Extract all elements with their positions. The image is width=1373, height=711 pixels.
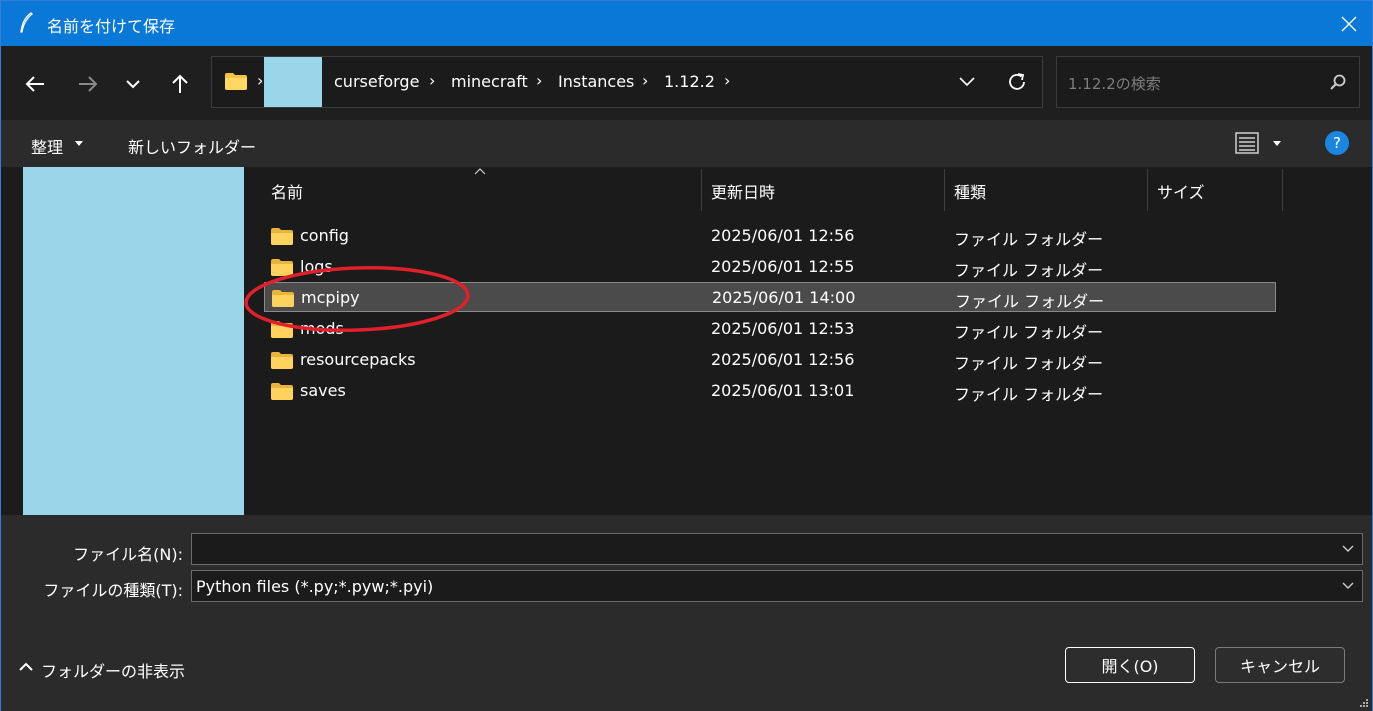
cancel-button[interactable]: キャンセル	[1215, 647, 1345, 683]
folder-icon	[271, 228, 293, 245]
close-icon	[1341, 16, 1357, 31]
column-separator[interactable]	[1282, 169, 1283, 211]
open-button[interactable]: 開く(O)	[1065, 647, 1195, 683]
resize-grip-icon[interactable]	[1357, 696, 1369, 708]
file-row[interactable]: saves 2025/06/01 13:01 ファイル フォルダー	[264, 376, 1276, 406]
view-list-icon[interactable]	[1235, 132, 1259, 154]
file-date: 2025/06/01 12:56	[711, 350, 855, 369]
filetype-label: ファイルの種類(T):	[43, 581, 183, 600]
breadcrumb-separator[interactable]: ›	[642, 71, 648, 90]
file-name: config	[300, 226, 349, 245]
search-placeholder: 1.12.2の検索	[1068, 75, 1161, 93]
chevron-up-icon[interactable]	[19, 662, 33, 672]
column-separator[interactable]	[944, 169, 945, 211]
forward-arrow-icon	[79, 76, 98, 92]
filetype-value: Python files (*.py;*.pyw;*.pyi)	[196, 577, 434, 596]
column-separator[interactable]	[1147, 169, 1148, 211]
breadcrumb-curseforge[interactable]: curseforge	[334, 72, 419, 91]
back-arrow-icon	[25, 76, 44, 92]
file-type: ファイル フォルダー	[954, 354, 1104, 373]
file-row[interactable]: resourcepacks 2025/06/01 12:56 ファイル フォルダ…	[264, 345, 1276, 375]
sort-ascending-icon	[474, 168, 486, 175]
chevron-down-icon	[126, 80, 140, 89]
column-header-size[interactable]: サイズ	[1157, 179, 1205, 203]
file-date: 2025/06/01 13:01	[711, 381, 855, 400]
back-button[interactable]	[17, 66, 53, 102]
save-as-dialog: 名前を付けて保存 › curseforge › minecraft › Inst…	[0, 0, 1373, 711]
caret-down-icon	[75, 141, 83, 146]
breadcrumb-separator[interactable]: ›	[429, 71, 435, 90]
column-separator[interactable]	[701, 169, 702, 211]
folder-icon	[271, 352, 293, 369]
up-button[interactable]	[162, 66, 198, 102]
search-input[interactable]: 1.12.2の検索	[1056, 56, 1360, 108]
redacted-breadcrumb	[264, 57, 322, 107]
chevron-down-icon[interactable]	[1342, 582, 1354, 590]
column-header-type[interactable]: 種類	[954, 179, 986, 203]
file-date: 2025/06/01 12:56	[711, 226, 855, 245]
chevron-down-icon	[959, 77, 975, 87]
refresh-button[interactable]	[1004, 69, 1030, 95]
navigation-pane	[1, 167, 244, 533]
hide-folders-toggle[interactable]: フォルダーの非表示	[41, 658, 185, 682]
breadcrumb-minecraft[interactable]: minecraft	[451, 72, 528, 91]
feather-icon	[20, 12, 33, 33]
close-button[interactable]	[1326, 1, 1372, 46]
file-type: ファイル フォルダー	[954, 261, 1104, 280]
help-icon[interactable]: ?	[1325, 131, 1349, 155]
highlight-ellipse-annotation	[244, 266, 470, 332]
folder-icon	[271, 383, 293, 400]
window-title: 名前を付けて保存	[47, 17, 176, 36]
caret-down-icon[interactable]	[1273, 141, 1281, 146]
file-date: 2025/06/01 12:53	[711, 319, 855, 338]
file-date: 2025/06/01 14:00	[712, 288, 856, 307]
file-list: 名前 更新日時 種類 サイズ config 2025/06/01 12:56 フ…	[244, 167, 1372, 515]
column-header-date[interactable]: 更新日時	[711, 179, 775, 203]
address-bar[interactable]: › curseforge › minecraft › Instances › 1…	[211, 56, 1043, 108]
chevron-down-icon[interactable]	[1342, 545, 1354, 553]
file-name: resourcepacks	[300, 350, 416, 369]
refresh-icon	[1009, 73, 1025, 90]
breadcrumb-1-12-2[interactable]: 1.12.2	[664, 72, 715, 91]
filename-label: ファイル名(N):	[73, 545, 183, 564]
breadcrumb-separator: ›	[257, 71, 264, 90]
up-arrow-icon	[172, 74, 188, 93]
filename-input[interactable]	[191, 533, 1363, 565]
navigation-bar: › curseforge › minecraft › Instances › 1…	[1, 46, 1372, 120]
search-icon	[1330, 74, 1346, 90]
file-type: ファイル フォルダー	[954, 323, 1104, 342]
file-row[interactable]: config 2025/06/01 12:56 ファイル フォルダー	[264, 221, 1276, 251]
breadcrumb-instances[interactable]: Instances	[558, 72, 634, 91]
file-date: 2025/06/01 12:55	[711, 257, 855, 276]
filetype-select[interactable]: Python files (*.py;*.pyw;*.pyi)	[191, 570, 1363, 602]
file-type: ファイル フォルダー	[954, 230, 1104, 249]
breadcrumb-separator[interactable]: ›	[536, 71, 542, 90]
folder-icon	[225, 73, 247, 90]
command-bar: 整理 新しいフォルダー ?	[1, 120, 1372, 167]
file-name: saves	[300, 381, 346, 400]
redacted-navigation-pane	[23, 167, 244, 533]
breadcrumb-separator[interactable]: ›	[724, 71, 730, 90]
recent-locations-button[interactable]	[115, 66, 151, 102]
new-folder-button[interactable]: 新しいフォルダー	[128, 134, 256, 158]
organize-menu[interactable]: 整理	[31, 134, 63, 158]
forward-button[interactable]	[70, 66, 106, 102]
save-options-panel: ファイル名(N): ファイルの種類(T): Python files (*.py…	[1, 515, 1372, 711]
address-history-button[interactable]	[954, 69, 980, 95]
file-type: ファイル フォルダー	[954, 385, 1104, 404]
column-header-name[interactable]: 名前	[271, 179, 303, 203]
title-bar: 名前を付けて保存	[1, 1, 1372, 46]
file-type: ファイル フォルダー	[955, 292, 1105, 311]
